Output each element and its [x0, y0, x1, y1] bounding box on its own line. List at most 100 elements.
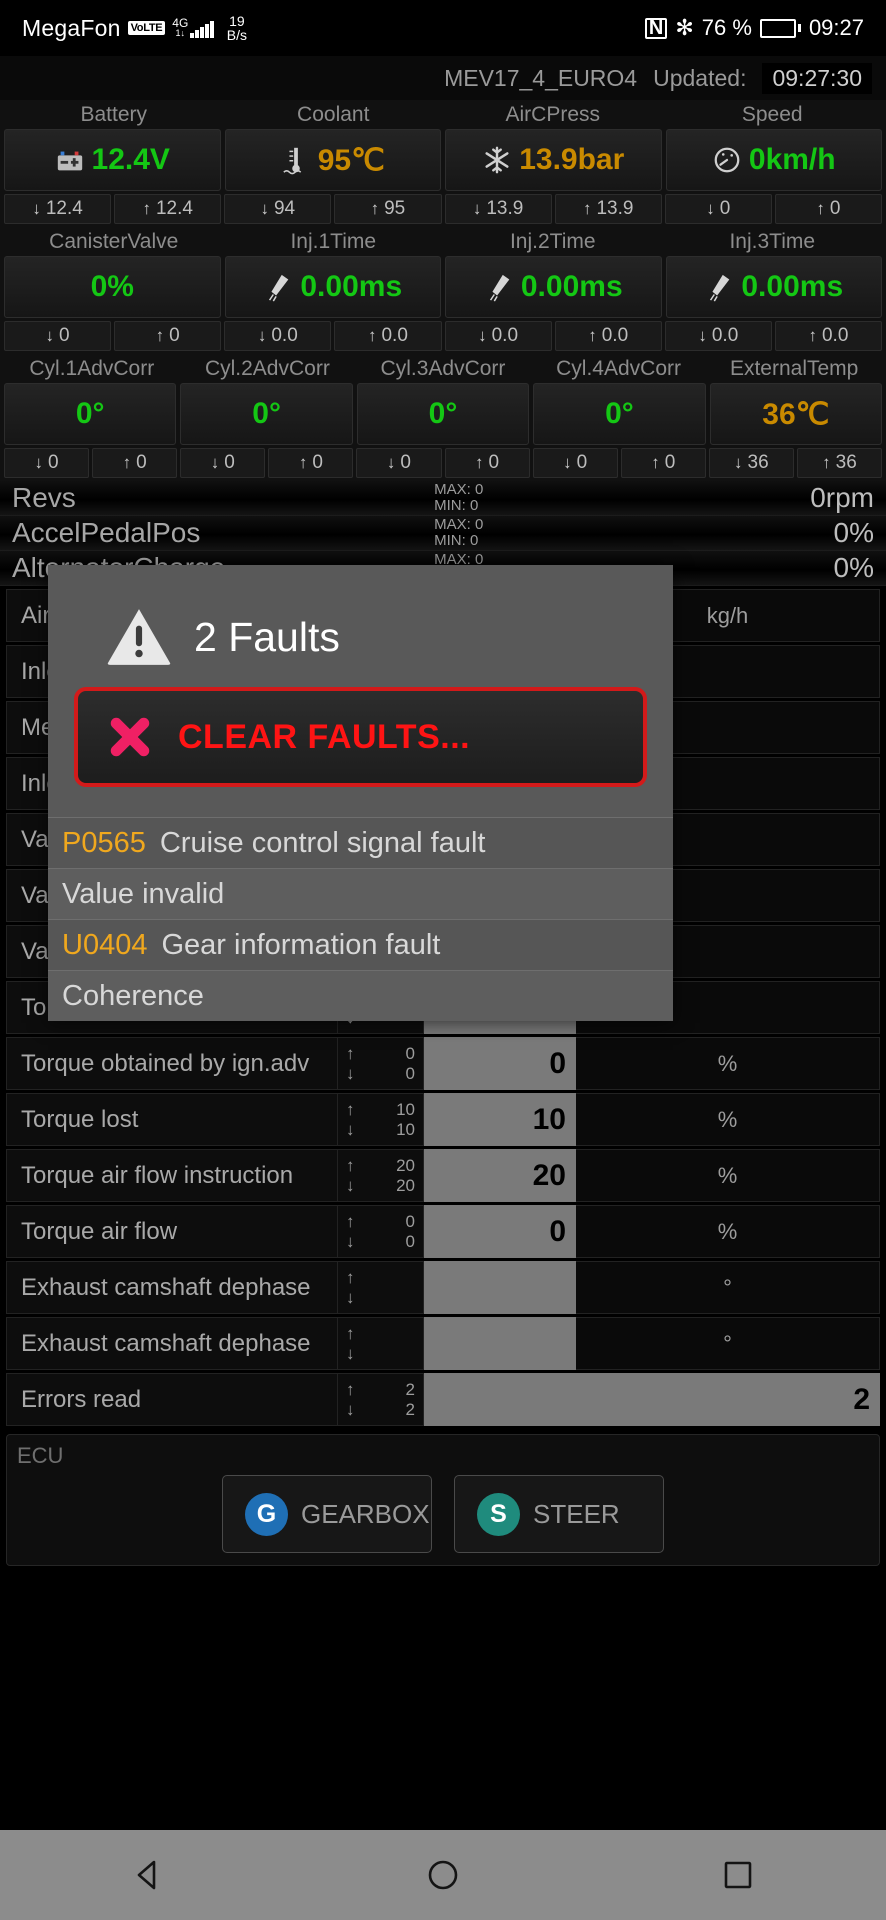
gauge-label: Cyl.2AdvCorr — [204, 357, 330, 380]
gauge-label: AirCPress — [505, 103, 600, 126]
fault-item[interactable]: U0404 Gear information fault — [48, 919, 673, 970]
fault-detail-text: Coherence — [62, 979, 204, 1012]
gauge-label: Inj.1Time — [290, 230, 377, 253]
table-row[interactable]: Torque obtained by ign.adv ↑ 0 ↓ 0 0 % — [6, 1037, 880, 1090]
recents-square-icon[interactable] — [718, 1855, 758, 1895]
battery-icon — [759, 18, 801, 38]
gauge-max: ↑ 0 — [92, 448, 178, 478]
strip-minmax: MAX: 0MIN: 0 — [434, 516, 484, 549]
gauge-row-3-labels: Cyl.1AdvCorr Cyl.2AdvCorr Cyl.3AdvCorr C… — [4, 354, 882, 383]
gearbox-label: GEARBOX — [301, 1498, 430, 1529]
gauge-value: 12.4V — [91, 143, 170, 176]
param-name: Torque obtained by ign.adv — [6, 1037, 338, 1090]
signal-icon: 4G 1↓ — [172, 17, 214, 38]
param-value — [424, 1261, 576, 1314]
gauge-value: 0° — [75, 397, 105, 430]
gauge-row-1-labels: Battery Coolant AirCPress Speed — [4, 100, 882, 129]
injector-icon — [710, 274, 730, 302]
fault-text: Cruise control signal fault — [159, 826, 486, 859]
steer-label: STEER — [533, 1498, 620, 1529]
strip-minmax: MAX: 0MIN: 0 — [434, 481, 484, 514]
gauge-inj3time[interactable]: 0.00ms — [665, 256, 882, 318]
table-row[interactable]: Torque air flow ↑ 0 ↓ 0 0 % — [6, 1205, 880, 1258]
gauge-canistervalve[interactable]: 0% — [4, 256, 221, 318]
gauge-speed[interactable]: 0km/h — [665, 129, 882, 191]
clock-label: 09:27 — [808, 15, 864, 40]
table-row[interactable]: Torque air flow instruction ↑ 20 ↓ 20 20 % — [6, 1149, 880, 1202]
gearbox-badge-icon: G — [245, 1492, 288, 1536]
data-rate-unit: B/s — [226, 27, 248, 43]
gauge-value: 0.00ms — [741, 270, 844, 303]
gauge-cyl1advcorr[interactable]: 0° — [4, 383, 177, 445]
gauge-aircpress[interactable]: 13.9bar — [445, 129, 662, 191]
gauge-min: ↓ 12.4 — [4, 194, 112, 224]
gauge-row-1-minmax: ↓ 12.4 ↑ 12.4 ↓ 94 ↑ 95 ↓ 13.9 ↑ 13.9 ↓ 0 ↑ 0 — [4, 194, 882, 224]
strip-name: Revs — [12, 482, 76, 513]
strip-row-revs[interactable]: Revs MAX: 0 MIN: 0 0rpm — [0, 481, 886, 516]
param-unit: % — [576, 1149, 880, 1202]
gauge-max: ↑ 13.9 — [554, 194, 662, 224]
clear-faults-button[interactable]: CLEAR FAULTS... — [74, 687, 647, 787]
gauge-max: ↑ 0 — [620, 448, 706, 478]
ecu-header: MEV17_4_EURO4 Updated: 09:27:30 — [0, 56, 886, 100]
updated-label: Updated: — [653, 64, 747, 91]
gauge-row-3-minmax: ↓ 0 ↑ 0 ↓ 0 ↑ 0 ↓ 0 ↑ 0 ↓ 0 ↑ 0 ↓ 36 ↑ 36 — [4, 448, 883, 478]
gauge-externaltemp[interactable]: 36℃ — [709, 383, 883, 445]
gauge-row-2-minmax: ↓ 0 ↑ 0 ↓ 0.0 ↑ 0.0 ↓ 0.0 ↑ 0.0 ↓ 0.0 ↑ 0.0 — [4, 321, 882, 351]
gauge-coolant[interactable]: 95℃ — [224, 129, 441, 191]
steer-button[interactable]: S STEER — [454, 1475, 664, 1553]
gauge-min: ↓ 94 — [224, 194, 332, 224]
close-x-icon — [110, 717, 150, 757]
gauge-max: ↑ 0 — [114, 321, 222, 351]
bluetooth-icon: ✻ — [675, 15, 694, 40]
param-minmax: ↑ 0 ↓ 0 — [338, 1037, 424, 1090]
gauge-row-3-values: 0° 0° 0° 0° 36℃ — [4, 383, 883, 445]
back-triangle-icon[interactable] — [128, 1855, 168, 1895]
gauge-value: 0km/h — [748, 143, 836, 176]
gauge-value: 0% — [90, 270, 134, 303]
gauge-max: ↑ 36 — [796, 448, 883, 478]
table-row[interactable]: Torque lost ↑ 10 ↓ 10 10 % — [6, 1093, 880, 1146]
faults-list: P0565 Cruise control signal fault Value … — [48, 817, 673, 1021]
param-unit: % — [576, 1093, 880, 1146]
param-minmax: ↑↓ — [338, 1317, 424, 1370]
gauge-min: ↓ 0.0 — [224, 321, 332, 351]
data-rate-value: 19 — [229, 13, 245, 29]
fault-detail: Value invalid — [48, 868, 673, 919]
gauge-value: 95℃ — [317, 143, 385, 177]
param-minmax: ↑ 20 ↓ 20 — [338, 1149, 424, 1202]
table-row[interactable]: Exhaust camshaft dephase ↑ ↓ ° — [6, 1317, 880, 1370]
gauge-inj1time[interactable]: 0.00ms — [224, 256, 441, 318]
gauge-row-2-values: 0% 0.00ms 0.00ms 0.00ms — [4, 256, 882, 318]
gauge-battery[interactable]: 12.4V — [4, 129, 221, 191]
gearbox-button[interactable]: G GEARBOX — [222, 1475, 432, 1553]
gauge-max: ↑ 0.0 — [554, 321, 662, 351]
param-name: Errors read — [6, 1373, 338, 1426]
gauge-label: Battery — [80, 103, 148, 126]
strip-row-accelpedalpos[interactable]: AccelPedalPos MAX: 0 MIN: 0 0% — [0, 516, 886, 551]
ecu-footer: ECU G GEARBOX S STEER — [6, 1434, 880, 1566]
signal-bars-icon — [190, 20, 214, 38]
gauge-inj2time[interactable]: 0.00ms — [445, 256, 662, 318]
data-rate: 19 B/s — [227, 14, 247, 42]
battery-icon — [57, 151, 82, 171]
warning-triangle-icon — [107, 609, 171, 665]
fault-code: U0404 — [62, 928, 148, 961]
param-value: 20 — [424, 1149, 576, 1202]
snowflake-icon — [485, 146, 509, 174]
fault-detail-text: Value invalid — [62, 877, 225, 910]
home-circle-icon[interactable] — [423, 1855, 463, 1895]
param-value: 10 — [424, 1093, 576, 1146]
gauge-min: ↓ 0 — [4, 321, 112, 351]
gauge-cyl4advcorr[interactable]: 0° — [533, 383, 706, 445]
fault-item[interactable]: P0565 Cruise control signal fault — [48, 817, 673, 868]
gauge-cyl2advcorr[interactable]: 0° — [180, 383, 353, 445]
gauge-value: 0° — [428, 397, 458, 430]
table-row[interactable]: Errors read ↑ 2 ↓ 2 2 — [6, 1373, 880, 1426]
gauge-cyl3advcorr[interactable]: 0° — [356, 383, 530, 445]
strip-name: AccelPedalPos — [12, 517, 201, 548]
gauge-max: ↑ 0 — [444, 448, 530, 478]
param-name: Torque air flow instruction — [6, 1149, 338, 1202]
table-row[interactable]: Exhaust camshaft dephase ↑ ↓ ° — [6, 1261, 880, 1314]
param-unit: ° — [576, 1317, 880, 1370]
